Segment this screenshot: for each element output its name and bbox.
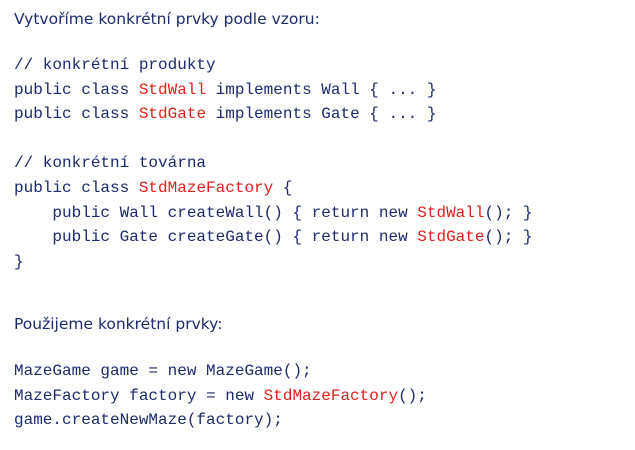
- code-text: implements Gate { ... }: [206, 105, 437, 124]
- code-text: public class: [14, 178, 139, 197]
- code-text: ();: [398, 386, 427, 405]
- code-text: public class: [14, 80, 139, 99]
- slide: Vytvoříme konkrétní prvky podle vzoru: /…: [0, 0, 635, 450]
- code-line: public class StdWall implements Wall { .…: [14, 78, 533, 103]
- code-line: }: [14, 250, 533, 275]
- code-identifier-highlight: StdWall: [138, 80, 207, 99]
- code-text: // konkrétní továrna: [14, 154, 207, 173]
- code-identifier-highlight: StdGate: [138, 105, 207, 124]
- code-identifier-highlight: StdGate: [417, 228, 485, 247]
- code-line: // konkrétní produkty: [14, 53, 533, 78]
- code-text: {: [273, 178, 293, 197]
- code-text: // konkrétní produkty: [14, 56, 216, 74]
- code-line: public class StdGate implements Gate { .…: [14, 102, 533, 127]
- intro-paragraph: Vytvoříme konkrétní prvky podle vzoru:: [14, 10, 320, 28]
- usage-paragraph: Použijeme konkrétní prvky:: [14, 315, 223, 333]
- code-text: game.createNewMaze(factory);: [14, 411, 283, 430]
- code-text: public Wall createWall() { return new: [14, 203, 418, 222]
- code-block-products-factory: // konkrétní produkty public class StdWal…: [14, 53, 533, 274]
- code-text: MazeGame game = new MazeGame();: [14, 362, 312, 380]
- code-line: game.createNewMaze(factory);: [14, 408, 427, 433]
- code-block-usage: MazeGame game = new MazeGame(); MazeFacto…: [14, 359, 427, 433]
- code-line: // konkrétní továrna: [14, 151, 533, 176]
- code-line: public class StdMazeFactory {: [14, 176, 533, 201]
- code-identifier-highlight: StdWall: [417, 203, 485, 222]
- code-line: MazeGame game = new MazeGame();: [14, 359, 427, 384]
- code-identifier-highlight: StdMazeFactory: [263, 386, 399, 405]
- code-line: public Gate createGate() { return new St…: [14, 225, 533, 250]
- code-text: implements Wall { ... }: [206, 80, 437, 99]
- code-text: public class: [14, 105, 139, 124]
- code-text: }: [14, 252, 24, 271]
- code-text: MazeFactory factory = new: [14, 386, 264, 405]
- code-text: (); }: [484, 203, 533, 222]
- code-text: (); }: [484, 228, 533, 247]
- code-identifier-highlight: StdMazeFactory: [138, 178, 274, 197]
- code-line: public Wall createWall() { return new St…: [14, 201, 533, 226]
- code-line: MazeFactory factory = new StdMazeFactory…: [14, 384, 427, 409]
- code-text: public Gate createGate() { return new: [14, 228, 418, 247]
